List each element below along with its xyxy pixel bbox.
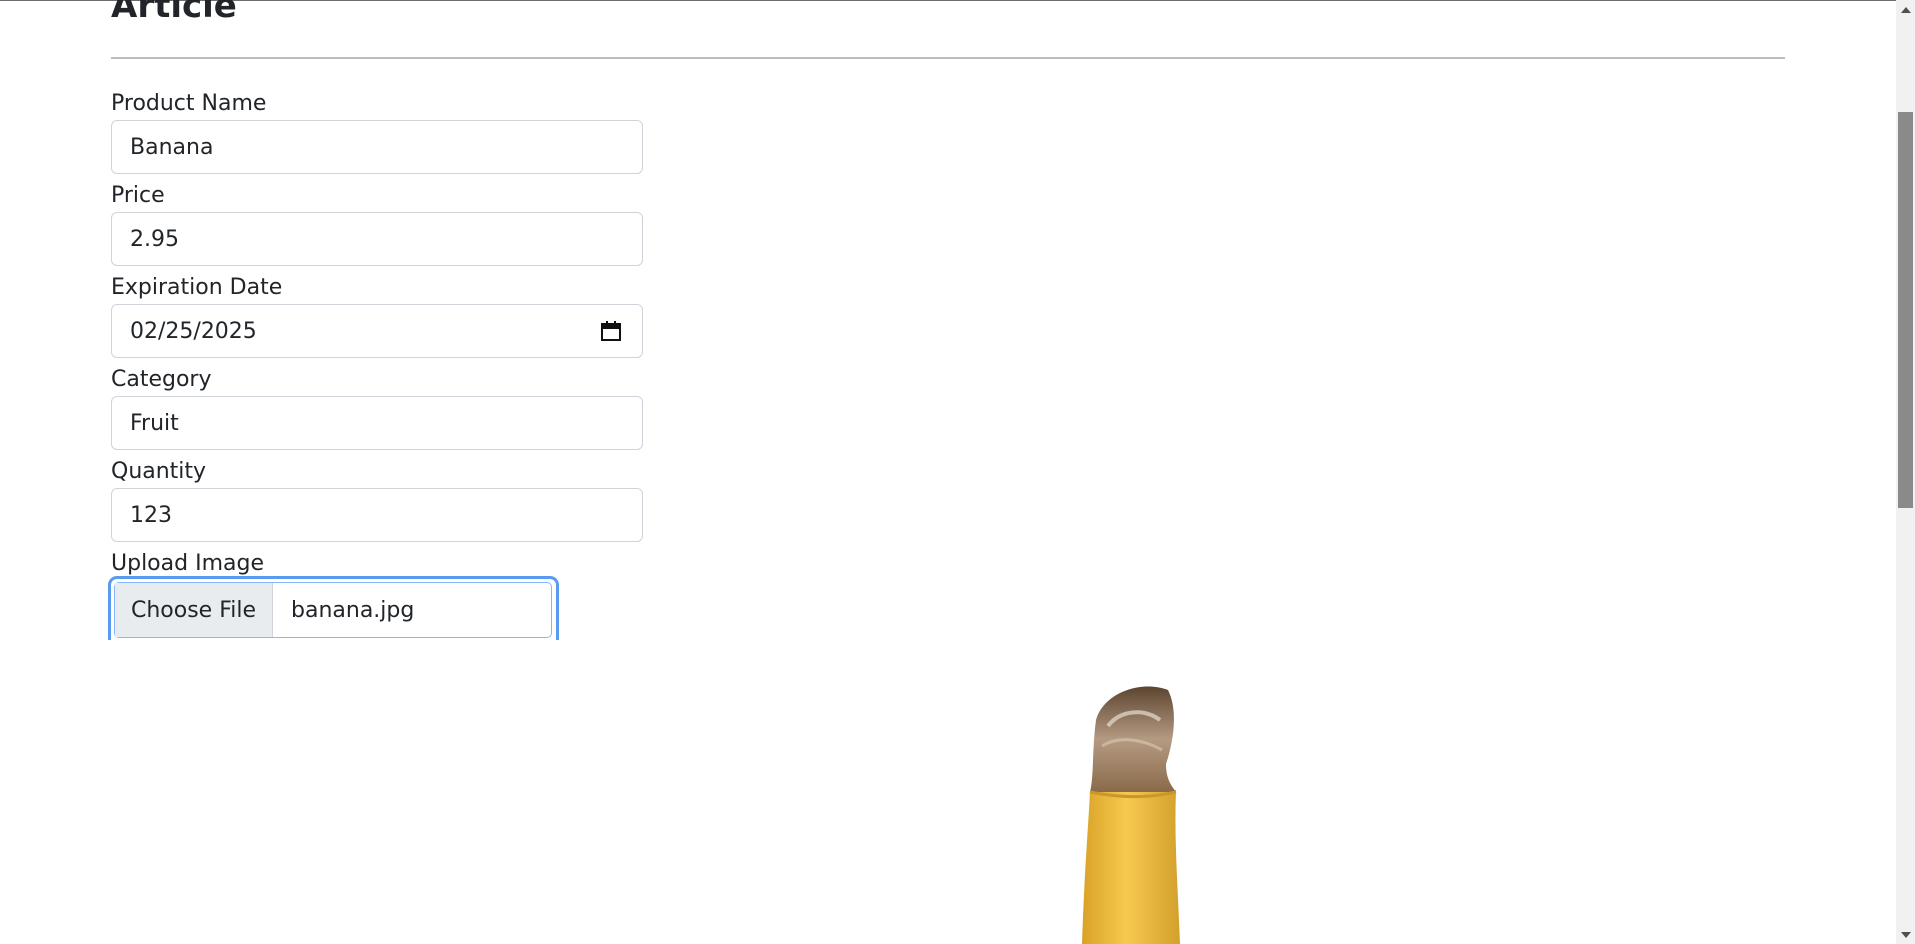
product-name-value: Banana xyxy=(130,134,214,160)
banana-image-preview xyxy=(1082,686,1180,944)
selected-file-name: banana.jpg xyxy=(291,597,415,623)
price-label: Price xyxy=(111,183,165,208)
category-input[interactable]: Fruit xyxy=(111,396,643,450)
quantity-input[interactable]: 123 xyxy=(111,488,643,542)
price-input[interactable]: 2.95 xyxy=(111,212,643,266)
scroll-up-arrow-icon[interactable] xyxy=(1896,0,1915,19)
expiration-date-input[interactable]: 02/25/2025 xyxy=(111,304,643,358)
quantity-label: Quantity xyxy=(111,459,207,484)
choose-file-button[interactable]: Choose File xyxy=(115,583,273,637)
title-divider xyxy=(111,57,1785,59)
upload-image-field[interactable]: Choose File banana.jpg xyxy=(108,576,559,640)
scrollbar-thumb[interactable] xyxy=(1898,112,1913,508)
file-input-box[interactable]: Choose File banana.jpg xyxy=(114,582,552,638)
calendar-icon[interactable] xyxy=(600,320,622,342)
product-name-input[interactable]: Banana xyxy=(111,120,643,174)
scroll-down-arrow-icon[interactable] xyxy=(1896,925,1915,944)
price-value: 2.95 xyxy=(130,226,179,252)
category-label: Category xyxy=(111,367,212,392)
browser-viewport: Article Product Name Banana Price 2.95 E… xyxy=(0,0,1915,944)
category-value: Fruit xyxy=(130,410,179,436)
product-name-label: Product Name xyxy=(111,91,267,116)
quantity-value: 123 xyxy=(130,502,172,528)
expiration-date-value: 02/25/2025 xyxy=(130,318,257,344)
upload-image-label: Upload Image xyxy=(111,551,264,576)
top-border xyxy=(0,0,1896,1)
page-title: Article xyxy=(111,0,237,26)
expiration-date-label: Expiration Date xyxy=(111,275,283,300)
vertical-scrollbar[interactable] xyxy=(1896,0,1915,944)
